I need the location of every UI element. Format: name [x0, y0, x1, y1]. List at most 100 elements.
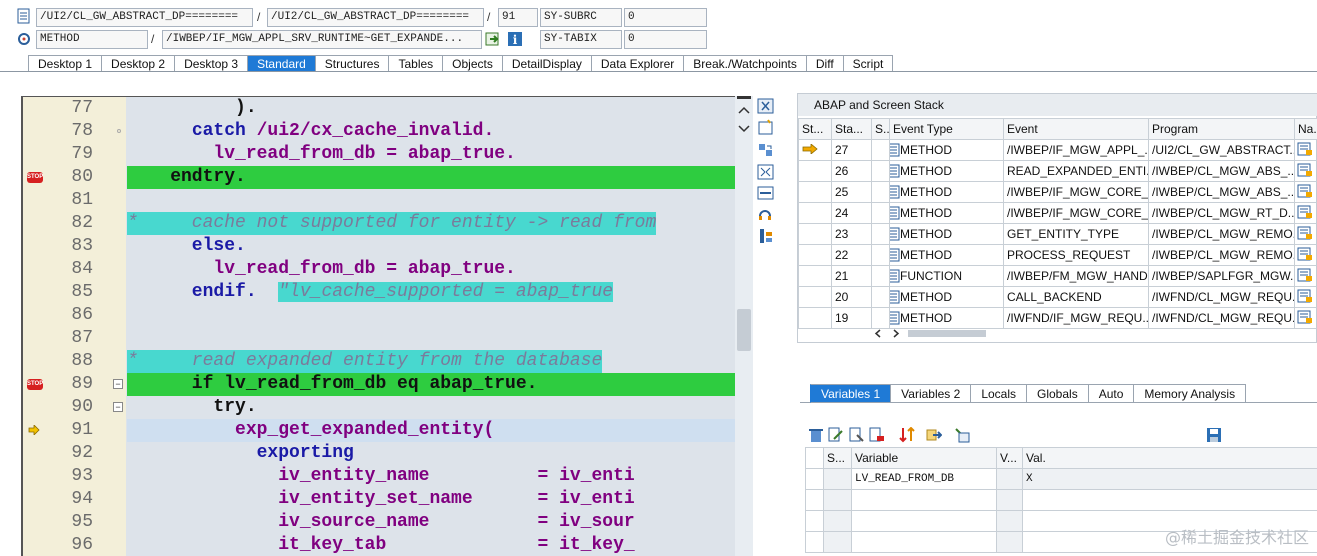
code-line[interactable]: 77 ).	[23, 97, 753, 120]
delete-icon[interactable]	[808, 427, 824, 443]
chevron-down-icon[interactable]	[738, 125, 750, 133]
split-icon[interactable]	[757, 185, 775, 201]
code-line[interactable]: 81	[23, 189, 753, 212]
chevron-up-icon[interactable]	[738, 106, 750, 114]
chevron-right-icon[interactable]	[892, 329, 900, 338]
navigate-source-icon[interactable]	[1297, 289, 1313, 303]
navigate-source-icon[interactable]	[1297, 184, 1313, 198]
navigate-source-icon[interactable]	[1297, 163, 1313, 177]
stack-col-header[interactable]: St...	[798, 118, 832, 140]
var-value-cell[interactable]	[1022, 489, 1317, 511]
save-icon[interactable]	[1206, 427, 1222, 443]
stack-nav-cell[interactable]	[1294, 244, 1317, 266]
fold-toggle[interactable]: −	[113, 379, 123, 389]
var-tab-variables-2[interactable]: Variables 2	[891, 384, 972, 403]
navigate-source-icon[interactable]	[1297, 142, 1313, 156]
stack-nav-cell[interactable]	[1294, 181, 1317, 203]
code-line[interactable]: 94 iv_entity_set_name = iv_enti	[23, 488, 753, 511]
sysfield-name-1[interactable]: SY-SUBRC	[540, 8, 622, 27]
export-icon[interactable]	[926, 427, 942, 443]
stack-row[interactable]: 24 METHOD/IWBEP/IF_MGW_CORE_.../IWBEP/CL_…	[798, 202, 1317, 224]
info-icon[interactable]: i	[507, 31, 523, 47]
var-col-header[interactable]: Variable	[851, 447, 997, 469]
tab-structures[interactable]: Structures	[315, 55, 390, 72]
tab-break-watchpoints[interactable]: Break./Watchpoints	[684, 55, 807, 72]
stack-row[interactable]: 25 METHOD/IWBEP/IF_MGW_CORE_.../IWBEP/CL_…	[798, 181, 1317, 203]
var-tab-locals[interactable]: Locals	[971, 384, 1027, 403]
tab-desktop-2[interactable]: Desktop 2	[102, 55, 176, 72]
code-line[interactable]: 83 else.	[23, 235, 753, 258]
var-col-header[interactable]: Val.	[1022, 447, 1317, 469]
code-line[interactable]: 85 endif. "lv_cache_supported = abap_tru…	[23, 281, 753, 304]
stack-nav-cell[interactable]	[1294, 307, 1317, 329]
stack-row[interactable]: 20 METHOD CALL_BACKEND/IWFND/CL_MGW_REQU..…	[798, 286, 1317, 308]
stack-row[interactable]: 27 METHOD/IWBEP/IF_MGW_APPL_.../UI2/CL_GW…	[798, 139, 1317, 161]
var-name-cell[interactable]: LV_READ_FROM_DB	[851, 468, 997, 490]
edit-icon[interactable]	[828, 427, 844, 443]
editor-scrollbar[interactable]	[735, 96, 753, 556]
stack-col-header[interactable]: Na...	[1294, 118, 1317, 140]
exchange-icon[interactable]	[757, 206, 775, 222]
stack-nav-cell[interactable]	[1294, 286, 1317, 308]
stack-col-header[interactable]: Sta...	[831, 118, 872, 140]
event-field[interactable]: /IWBEP/IF_MGW_APPL_SRV_RUNTIME~GET_EXPAN…	[162, 30, 482, 49]
var-tab-auto[interactable]: Auto	[1088, 384, 1135, 403]
code-line[interactable]: 91 exp_get_expanded_entity(	[23, 419, 753, 442]
sysfield-name-2[interactable]: SY-TABIX	[540, 30, 622, 49]
code-line[interactable]: 92 exporting	[23, 442, 753, 465]
sort-icon[interactable]	[899, 427, 915, 443]
stack-row[interactable]: 26 METHOD READ_EXPANDED_ENTI.../IWBEP/CL_M…	[798, 160, 1317, 182]
navigate-icon[interactable]	[485, 31, 501, 47]
breakpoint-stop-icon[interactable]: STOP	[27, 379, 43, 390]
code-line[interactable]: 96 it_key_tab = it_key_	[23, 534, 753, 556]
services-icon[interactable]	[757, 228, 775, 244]
chevron-left-icon[interactable]	[874, 329, 882, 338]
source-editor[interactable]: 77 ). 78 catch /ui2/cx_cache_invalid. 79 l…	[21, 96, 753, 556]
maximize-icon[interactable]	[757, 164, 775, 180]
stack-col-header[interactable]: Program	[1148, 118, 1295, 140]
line-field[interactable]: 91	[498, 8, 538, 27]
var-value-cell[interactable]: X	[1022, 468, 1317, 490]
code-line[interactable]: 79 lv_read_from_db = abap_true.	[23, 143, 753, 166]
stack-row[interactable]: 22 METHOD PROCESS_REQUEST/IWBEP/CL_MGW_REM…	[798, 244, 1317, 266]
navigate-source-icon[interactable]	[1297, 226, 1313, 240]
code-line[interactable]: 88 * read expanded entity from the databa…	[23, 350, 753, 373]
sysfield-value-2[interactable]: 0	[624, 30, 707, 49]
code-line[interactable]: 80 endtry. STOP	[23, 166, 753, 189]
hscroll-thumb[interactable]	[908, 330, 986, 337]
var-tab-globals[interactable]: Globals	[1027, 384, 1089, 403]
include-field[interactable]: /UI2/CL_GW_ABSTRACT_DP========	[267, 8, 484, 27]
code-line[interactable]: 82 * cache not supported for entity -> re…	[23, 212, 753, 235]
code-line[interactable]: 87	[23, 327, 753, 350]
stack-col-header[interactable]: S...	[871, 118, 890, 140]
code-line[interactable]: 95 iv_source_name = iv_sour	[23, 511, 753, 534]
import-icon[interactable]	[954, 427, 970, 443]
stack-hscroll[interactable]	[870, 326, 990, 340]
fold-toggle[interactable]: −	[113, 402, 123, 412]
stack-nav-cell[interactable]	[1294, 160, 1317, 182]
var-name-cell[interactable]	[851, 510, 997, 532]
tab-detaildisplay[interactable]: DetailDisplay	[502, 55, 592, 72]
var-tab-memory-analysis[interactable]: Memory Analysis	[1134, 384, 1247, 403]
code-line[interactable]: 78 catch /ui2/cx_cache_invalid.	[23, 120, 753, 143]
stack-nav-cell[interactable]	[1294, 265, 1317, 287]
var-name-cell[interactable]	[851, 531, 997, 553]
stack-nav-cell[interactable]	[1294, 223, 1317, 245]
var-col-header[interactable]: S...	[823, 447, 852, 469]
tab-tables[interactable]: Tables	[389, 55, 444, 72]
details-icon[interactable]	[849, 427, 865, 443]
tab-diff[interactable]: Diff	[806, 55, 844, 72]
swap-tool-icon[interactable]	[757, 142, 775, 158]
tab-standard[interactable]: Standard	[248, 55, 316, 72]
navigate-source-icon[interactable]	[1297, 310, 1313, 324]
clear-icon[interactable]	[869, 427, 885, 443]
sysfield-value-1[interactable]: 0	[624, 8, 707, 27]
tab-script[interactable]: Script	[843, 55, 894, 72]
navigate-source-icon[interactable]	[1297, 268, 1313, 282]
tab-objects[interactable]: Objects	[443, 55, 503, 72]
navigate-source-icon[interactable]	[1297, 247, 1313, 261]
stack-col-header[interactable]: Event Type	[889, 118, 1004, 140]
scroll-thumb[interactable]	[737, 309, 751, 351]
stack-nav-cell[interactable]	[1294, 202, 1317, 224]
breakpoint-stop-icon[interactable]: STOP	[27, 172, 43, 183]
